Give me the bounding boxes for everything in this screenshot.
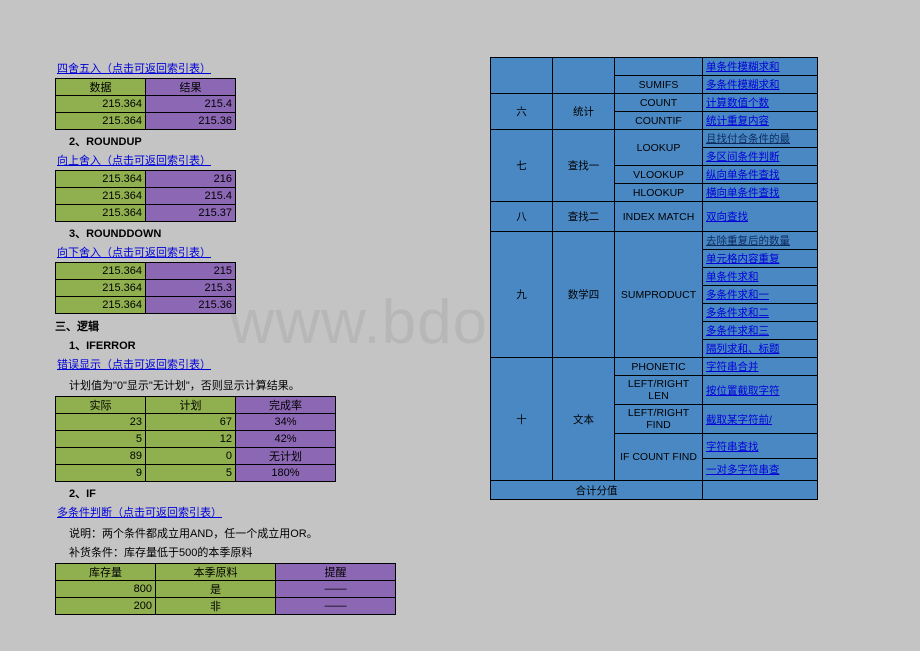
fn-label: LEFT/RIGHT FIND <box>615 405 703 434</box>
section-number: 六 <box>491 94 553 130</box>
col-stock: 库存量 <box>56 564 156 581</box>
rounddown-table: 215.364215 215.364215.3 215.364215.36 <box>55 262 236 314</box>
table-row: 215.364216 <box>56 171 236 188</box>
fn-label: COUNT <box>615 94 703 112</box>
col-material: 本季原料 <box>156 564 276 581</box>
col-plan: 计划 <box>146 397 236 414</box>
index-link[interactable]: 纵向单条件查找 <box>703 166 818 184</box>
index-link[interactable]: 多条件求和一 <box>703 286 818 304</box>
cell-empty <box>491 58 553 94</box>
fn-label: INDEX MATCH <box>615 202 703 232</box>
col-data: 数据 <box>56 79 146 96</box>
table-row: 215.364215.4 <box>56 188 236 205</box>
fn-label: PHONETIC <box>615 358 703 376</box>
table-row: 890无计划 <box>56 448 336 465</box>
index-link[interactable]: 单条件求和 <box>703 268 818 286</box>
index-link[interactable]: 横向单条件查找 <box>703 184 818 202</box>
section-number: 十 <box>491 358 553 481</box>
index-link[interactable]: 去除重复后的数量 <box>703 232 818 250</box>
col-actual: 实际 <box>56 397 146 414</box>
section-number: 九 <box>491 232 553 358</box>
fn-label: SUMIFS <box>615 76 703 94</box>
roundup-heading: 2、ROUNDUP <box>55 133 435 149</box>
section-number: 八 <box>491 202 553 232</box>
table-row: 236734% <box>56 414 336 431</box>
index-link[interactable]: 单条件模糊求和 <box>703 58 818 76</box>
table-row: 800是—— <box>56 581 396 598</box>
footer-label: 合计分值 <box>491 481 703 500</box>
col-warn: 提醒 <box>276 564 396 581</box>
fn-label: COUNTIF <box>615 112 703 130</box>
index-link[interactable]: 一对多字符串查 <box>703 459 818 481</box>
fn-label: SUMPRODUCT <box>615 232 703 358</box>
index-link[interactable]: 多条件模糊求和 <box>703 76 818 94</box>
rounddown-heading: 3、ROUNDDOWN <box>55 225 435 241</box>
index-link[interactable]: 双向查找 <box>703 202 818 232</box>
table-row: 51242% <box>56 431 336 448</box>
logic-title: 三、逻辑 <box>55 318 435 334</box>
roundup-table: 215.364216 215.364215.4 215.364215.37 <box>55 170 236 222</box>
index-link[interactable]: 字符串查找 <box>703 434 818 459</box>
round-link[interactable]: 四舍五入（点击可返回索引表） <box>55 60 211 76</box>
right-column: 单条件模糊求和 SUMIFS 多条件模糊求和 六 统计 COUNT 计算数值个数… <box>490 57 920 500</box>
fn-label: LEFT/RIGHT LEN <box>615 376 703 405</box>
if-heading: 2、IF <box>55 485 435 501</box>
if-table: 库存量 本季原料 提醒 800是—— 200非—— <box>55 563 396 615</box>
fn-label: HLOOKUP <box>615 184 703 202</box>
col-rate: 完成率 <box>236 397 336 414</box>
iferror-note: 计划值为"0"显示"无计划"，否则显示计算结果。 <box>55 377 435 393</box>
if-link[interactable]: 多条件判断（点击可返回索引表） <box>55 504 222 520</box>
fn-label: VLOOKUP <box>615 166 703 184</box>
cell-empty <box>553 58 615 94</box>
index-link[interactable]: 按位置截取字符 <box>703 376 818 405</box>
index-link[interactable]: 字符串合并 <box>703 358 818 376</box>
left-column: 四舍五入（点击可返回索引表） 数据 结果 215.364215.4 215.36… <box>55 60 435 617</box>
index-link[interactable]: 多条件求和二 <box>703 304 818 322</box>
section-category: 统计 <box>553 94 615 130</box>
index-link[interactable]: 单元格内容重复 <box>703 250 818 268</box>
table-row: 215.364215.37 <box>56 205 236 222</box>
table-row: 200非—— <box>56 598 396 615</box>
table-row: 215.364215.36 <box>56 297 236 314</box>
index-link[interactable]: 截取某字符前/ <box>703 405 818 434</box>
table-row: 215.364215.4 <box>56 96 236 113</box>
section-category: 文本 <box>553 358 615 481</box>
if-note1: 说明：两个条件都成立用AND，任一个成立用OR。 <box>55 525 435 541</box>
table-row: 95180% <box>56 465 336 482</box>
table-row: 215.364215.36 <box>56 113 236 130</box>
index-table: 单条件模糊求和 SUMIFS 多条件模糊求和 六 统计 COUNT 计算数值个数… <box>490 57 818 500</box>
table-row: 215.364215 <box>56 263 236 280</box>
index-link[interactable]: 隔列求和、标题 <box>703 340 818 358</box>
round-table: 数据 结果 215.364215.4 215.364215.36 <box>55 78 236 130</box>
if-note2: 补货条件：库存量低于500的本季原料 <box>55 544 435 560</box>
section-number: 七 <box>491 130 553 202</box>
fn-label: IF COUNT FIND <box>615 434 703 481</box>
iferror-heading: 1、IFERROR <box>55 337 435 353</box>
index-link[interactable]: 统计重复内容 <box>703 112 818 130</box>
iferror-table: 实际 计划 完成率 236734% 51242% 890无计划 95180% <box>55 396 336 482</box>
table-row: 215.364215.3 <box>56 280 236 297</box>
section-category: 查找一 <box>553 130 615 202</box>
iferror-link[interactable]: 错误显示（点击可返回索引表） <box>55 356 211 372</box>
cell-empty <box>615 58 703 76</box>
section-category: 数学四 <box>553 232 615 358</box>
cell-empty <box>703 481 818 500</box>
section-category: 查找二 <box>553 202 615 232</box>
fn-label: LOOKUP <box>615 130 703 166</box>
index-link[interactable]: 计算数值个数 <box>703 94 818 112</box>
col-result: 结果 <box>146 79 236 96</box>
index-link[interactable]: 且找付合条件的最 <box>703 130 818 148</box>
index-link[interactable]: 多条件求和三 <box>703 322 818 340</box>
roundup-link[interactable]: 向上舍入（点击可返回索引表） <box>55 152 211 168</box>
index-link[interactable]: 多区间条件判断 <box>703 148 818 166</box>
rounddown-link[interactable]: 向下舍入（点击可返回索引表） <box>55 244 211 260</box>
